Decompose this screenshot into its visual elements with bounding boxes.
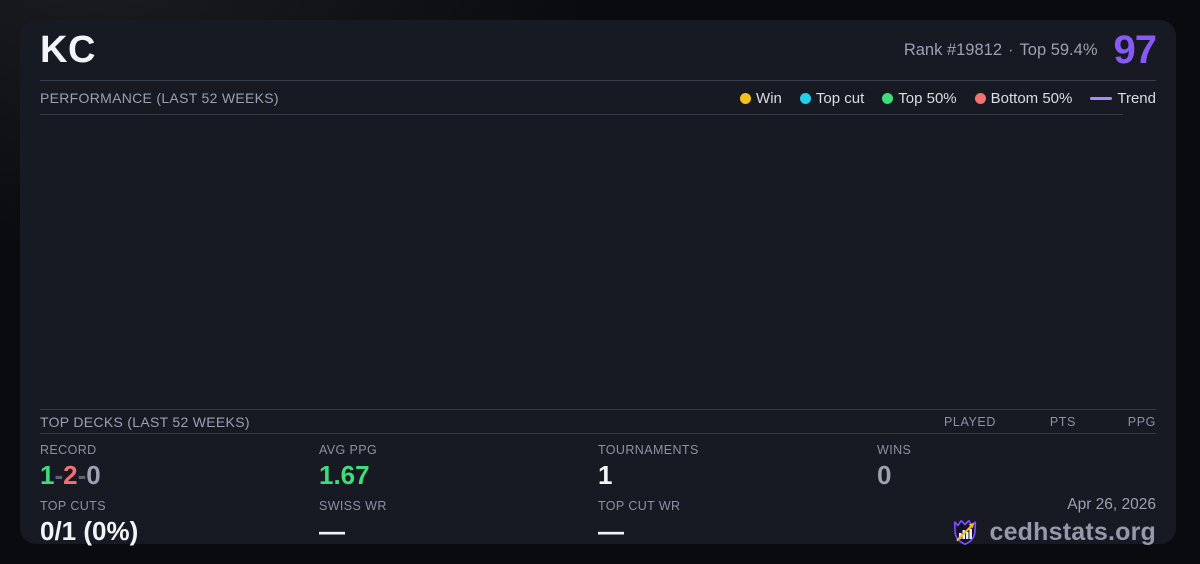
legend-label-trend: Trend — [1117, 89, 1156, 107]
top-decks-section-title: TOP DECKS (LAST 52 WEEKS) — [40, 413, 250, 430]
stat-top-cuts-value: 0/1 (0%) — [40, 516, 139, 547]
column-header-pts: PTS — [1049, 414, 1076, 429]
legend-item-bottom-50: Bottom 50% — [974, 89, 1073, 107]
rank-separator: · — [1008, 40, 1014, 59]
top-cut-dot-icon — [799, 92, 811, 104]
column-header-played: PLAYED — [943, 414, 996, 429]
stat-swiss-wr-label: SWISS WR — [319, 499, 387, 514]
legend-label-top-50: Top 50% — [898, 89, 957, 107]
rank-summary: Rank #19812 · Top 59.4% 97 — [904, 28, 1157, 72]
stat-tournaments: TOURNAMENTS 1 — [598, 434, 877, 490]
win-dot-icon — [740, 92, 752, 104]
stat-avg-ppg-label: AVG PPG — [319, 443, 378, 457]
bottom-50-dot-icon — [974, 92, 986, 104]
legend-item-trend: Trend — [1090, 90, 1156, 107]
legend-label-bottom-50: Bottom 50% — [990, 89, 1073, 107]
legend-label-win: Win — [756, 89, 782, 107]
column-header-ppg: PPG — [1127, 414, 1156, 429]
stat-top-cuts: TOP CUTS 0/1 (0%) — [40, 490, 319, 547]
stat-swiss-wr-value: — — [319, 516, 345, 547]
stat-top-cut-wr-label: TOP CUT WR — [598, 499, 681, 514]
brand-link[interactable]: cedhstats.org — [877, 517, 1156, 547]
top-50-dot-icon — [882, 92, 894, 104]
stat-top-cuts-label: TOP CUTS — [40, 499, 106, 514]
report-date: Apr 26, 2026 — [1067, 496, 1156, 514]
top-percent-label: Top 59.4% — [1019, 40, 1098, 59]
stat-avg-ppg-value: 1.67 — [319, 460, 370, 490]
stat-tournaments-value: 1 — [598, 460, 613, 490]
stat-swiss-wr: SWISS WR — — [319, 490, 598, 547]
performance-section-header: PERFORMANCE (LAST 52 WEEKS) Win Top cut … — [40, 81, 1156, 115]
stats-grid: RECORD 1-2-0 AVG PPG 1.67 TOURNAMENTS 1 … — [40, 434, 1156, 547]
legend-label-top-cut: Top cut — [815, 89, 865, 107]
performance-chart — [40, 115, 1156, 409]
stat-avg-ppg: AVG PPG 1.67 — [319, 434, 598, 490]
stat-top-cut-wr-value: — — [598, 516, 624, 547]
cedhstats-logo-icon — [954, 520, 977, 546]
record-draws: 0 — [86, 460, 101, 490]
score-value: 97 — [1113, 28, 1157, 72]
trend-line-icon — [1090, 96, 1113, 100]
stat-wins-value: 0 — [877, 460, 892, 490]
record-separator-1: - — [54, 460, 64, 490]
brand-name: cedhstats.org — [989, 517, 1156, 546]
chart-legend: Win Top cut Top 50% Bottom 50% Trend — [740, 90, 1156, 107]
stat-wins-label: WINS — [877, 443, 912, 457]
legend-item-top-cut: Top cut — [799, 89, 865, 107]
legend-item-top-50: Top 50% — [882, 89, 957, 107]
stat-wins: WINS 0 — [877, 434, 1156, 490]
top-decks-column-headers: PLAYED PTS PPG — [916, 415, 1156, 429]
rank-label: Rank #19812 — [903, 40, 1003, 59]
player-stats-card: KC Rank #19812 · Top 59.4% 97 PERFORMANCE … — [20, 20, 1176, 547]
page-title: KC — [40, 28, 96, 71]
top-decks-section-header: TOP DECKS (LAST 52 WEEKS) PLAYED PTS PPG — [40, 409, 1156, 434]
card-header: KC Rank #19812 · Top 59.4% 97 — [40, 20, 1157, 81]
performance-section-title: PERFORMANCE (LAST 52 WEEKS) — [40, 90, 279, 106]
rank-text: Rank #19812 · Top 59.4% — [904, 41, 1098, 60]
record-wins: 1 — [40, 460, 55, 490]
card-footer: Apr 26, 2026 cedhstats.org — [877, 490, 1156, 547]
stat-record-label: RECORD — [40, 443, 97, 457]
stat-tournaments-label: TOURNAMENTS — [598, 443, 699, 457]
stat-record-value: 1-2-0 — [40, 460, 319, 490]
record-separator-2: - — [77, 460, 87, 490]
record-losses: 2 — [63, 460, 78, 490]
stat-record: RECORD 1-2-0 — [40, 434, 319, 490]
legend-item-win: Win — [740, 90, 782, 107]
stat-top-cut-wr: TOP CUT WR — — [598, 490, 877, 547]
